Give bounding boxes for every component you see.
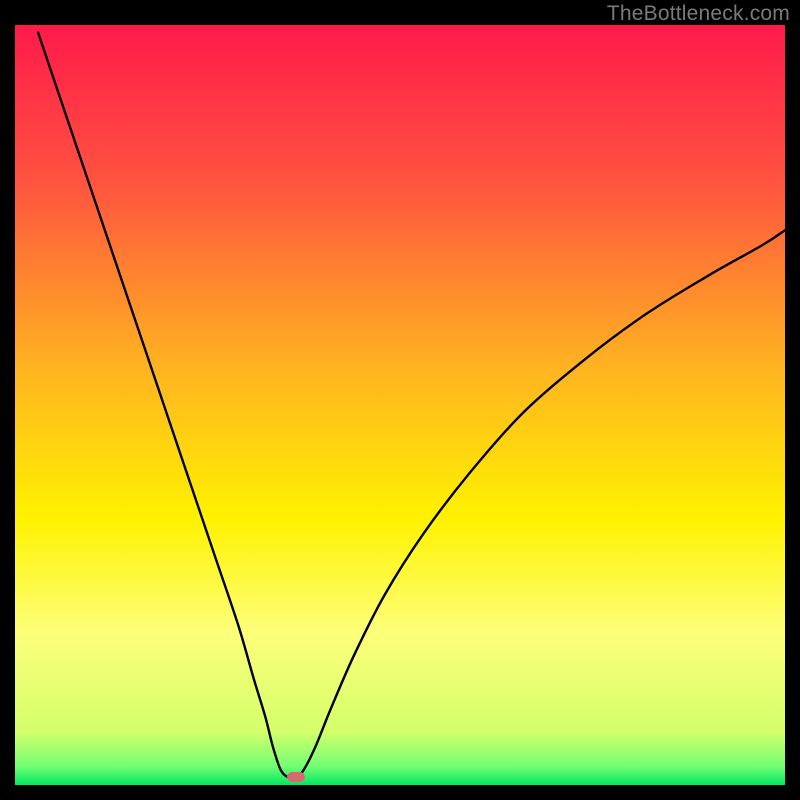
optimal-point-marker — [287, 772, 305, 782]
watermark-text: TheBottleneck.com — [607, 2, 790, 26]
chart-frame — [15, 25, 785, 785]
chart-background — [15, 25, 785, 785]
bottleneck-chart — [15, 25, 785, 785]
